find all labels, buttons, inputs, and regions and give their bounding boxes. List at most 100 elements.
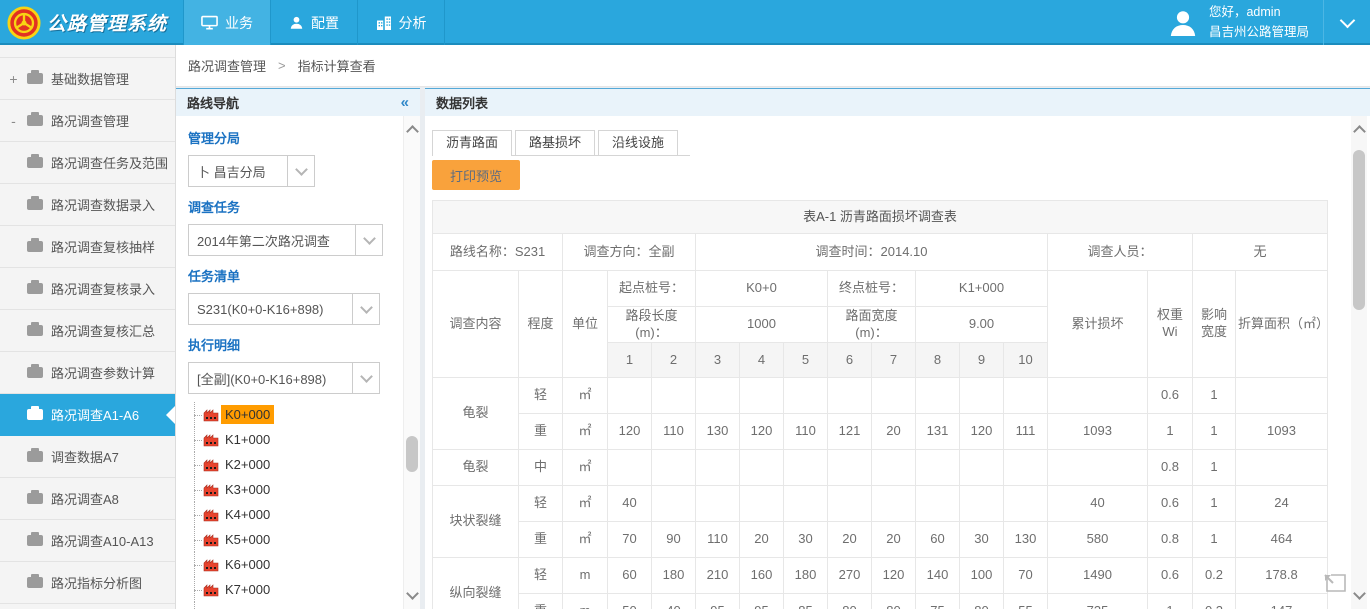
tree-item[interactable]: K1+000 bbox=[188, 427, 420, 452]
section-value-cell: 121 bbox=[828, 414, 872, 450]
nav-tab-config[interactable]: 配置 bbox=[270, 0, 357, 45]
section-value-cell bbox=[652, 486, 696, 522]
tab-roadbed-damage[interactable]: 路基损坏 bbox=[515, 130, 595, 155]
tab-asphalt-pavement[interactable]: 沥青路面 bbox=[432, 130, 512, 155]
detail-select[interactable]: [全副](K0+0-K16+898) bbox=[188, 362, 380, 394]
chevron-down-icon[interactable] bbox=[352, 294, 379, 324]
section-value-cell bbox=[1004, 486, 1048, 522]
section-number-cell: 10 bbox=[1004, 343, 1048, 378]
sidebar-item[interactable]: 路况调查复核汇总 bbox=[0, 310, 175, 352]
section-value-cell: 30 bbox=[960, 522, 1004, 558]
section-value-cell: 70 bbox=[608, 522, 652, 558]
sidebar-item[interactable]: -路况调查管理 bbox=[0, 100, 175, 142]
tree-item[interactable]: K8+000 bbox=[188, 602, 420, 609]
section-value-cell bbox=[872, 378, 916, 414]
section-value-cell bbox=[740, 378, 784, 414]
sidebar-item[interactable]: 路况指标分析图 bbox=[0, 562, 175, 604]
folder-icon bbox=[27, 535, 43, 546]
factory-icon bbox=[203, 583, 219, 597]
sidebar-item[interactable]: 路况调查A8 bbox=[0, 478, 175, 520]
popout-icon[interactable] bbox=[1323, 567, 1347, 593]
sidebar-item[interactable]: +基础数据管理 bbox=[0, 57, 175, 100]
section-number-cell: 7 bbox=[872, 343, 916, 378]
task-select[interactable]: 2014年第二次路况调查 bbox=[188, 224, 383, 256]
tree-item[interactable]: K0+000 bbox=[188, 402, 420, 427]
chevron-down-icon[interactable] bbox=[287, 156, 314, 186]
sidebar-item[interactable]: 调查数据A7 bbox=[0, 436, 175, 478]
sidebar-item[interactable]: 路况调查参数计算 bbox=[0, 352, 175, 394]
data-panel-scrollbar[interactable] bbox=[1351, 116, 1367, 609]
top-header: 公路管理系统 业务 配置 bbox=[0, 0, 1370, 45]
sidebar-item[interactable]: 路况调查A10-A13 bbox=[0, 520, 175, 562]
tree-item[interactable]: K3+000 bbox=[188, 477, 420, 502]
sidebar-item-label: 路况调查复核抽样 bbox=[51, 237, 155, 256]
section-value-cell: 120 bbox=[960, 414, 1004, 450]
tree-item[interactable]: K6+000 bbox=[188, 552, 420, 577]
section-value-cell: 110 bbox=[652, 414, 696, 450]
avatar-icon bbox=[1166, 6, 1200, 40]
tasklist-select[interactable]: S231(K0+0-K16+898) bbox=[188, 293, 380, 325]
degree-cell: 中 bbox=[519, 450, 563, 486]
impact-width-cell: 1 bbox=[1193, 378, 1236, 414]
user-text: 您好，admin 昌吉州公路管理局 bbox=[1209, 3, 1309, 42]
converted-area-cell: 464 bbox=[1236, 522, 1328, 558]
tree-item[interactable]: K2+000 bbox=[188, 452, 420, 477]
section-value-cell: 120 bbox=[872, 558, 916, 594]
branch-select[interactable]: 卜 昌吉分局 bbox=[188, 155, 315, 187]
damage-type-cell: 块状裂缝 bbox=[433, 486, 519, 558]
route-nav-scrollbar[interactable] bbox=[403, 116, 420, 609]
section-value-cell: 140 bbox=[916, 558, 960, 594]
section-value-cell bbox=[696, 378, 740, 414]
sidebar-item[interactable]: 路况调查复核抽样 bbox=[0, 226, 175, 268]
print-preview-button[interactable]: 打印预览 bbox=[432, 160, 520, 190]
scroll-up-icon[interactable] bbox=[1351, 122, 1367, 136]
scroll-down-icon[interactable] bbox=[404, 587, 420, 601]
scrollbar-thumb[interactable] bbox=[406, 436, 418, 472]
section-number-cell: 5 bbox=[784, 343, 828, 378]
section-value-cell: 160 bbox=[740, 558, 784, 594]
sidebar-item[interactable]: 路况调查数据录入 bbox=[0, 184, 175, 226]
expand-icon[interactable]: + bbox=[8, 71, 19, 87]
user-info[interactable]: 您好，admin 昌吉州公路管理局 bbox=[1166, 0, 1323, 45]
route-nav-title: 路线导航 bbox=[187, 93, 239, 112]
breadcrumb-item[interactable]: 路况调查管理 bbox=[188, 56, 266, 75]
collapse-panel-icon[interactable]: « bbox=[401, 95, 409, 110]
tree-item-label: K1+000 bbox=[221, 430, 274, 449]
section-value-cell: 20 bbox=[872, 414, 916, 450]
sidebar-item[interactable]: 路况调查A1-A6 bbox=[0, 394, 175, 436]
folder-icon bbox=[27, 115, 43, 126]
impact-width-cell: 1 bbox=[1193, 450, 1236, 486]
app-logo: 公路管理系统 bbox=[0, 0, 183, 45]
impact-width-header-cell: 影响宽度 bbox=[1193, 271, 1236, 378]
task-select-value: 2014年第二次路况调查 bbox=[189, 225, 355, 255]
degree-cell: 轻 bbox=[519, 378, 563, 414]
folder-icon bbox=[27, 577, 43, 588]
sidebar-item[interactable]: 路况调查任务及范围 bbox=[0, 142, 175, 184]
user-menu-toggle[interactable] bbox=[1323, 0, 1370, 45]
tasklist-select-value: S231(K0+0-K16+898) bbox=[189, 294, 352, 324]
sidebar-item[interactable] bbox=[0, 604, 175, 609]
scroll-down-icon[interactable] bbox=[1351, 587, 1367, 601]
section-value-cell: 270 bbox=[828, 558, 872, 594]
tree-item[interactable]: K4+000 bbox=[188, 502, 420, 527]
folder-icon bbox=[27, 367, 43, 378]
scrollbar-thumb[interactable] bbox=[1353, 150, 1365, 310]
tree-item[interactable]: K5+000 bbox=[188, 527, 420, 552]
tab-roadside-facilities[interactable]: 沿线设施 bbox=[598, 130, 678, 155]
section-value-cell: 90 bbox=[652, 522, 696, 558]
route-name-cell: 路线名称：S231 bbox=[433, 234, 563, 271]
sidebar-item-label: 路况调查复核汇总 bbox=[51, 321, 155, 340]
tree-item-label: K3+000 bbox=[221, 480, 274, 499]
chevron-down-icon[interactable] bbox=[355, 225, 382, 255]
sidebar-item[interactable]: 路况调查复核录入 bbox=[0, 268, 175, 310]
section-number-cell: 3 bbox=[696, 343, 740, 378]
nav-tab-business[interactable]: 业务 bbox=[183, 0, 270, 45]
collapse-icon[interactable]: - bbox=[8, 113, 19, 129]
nav-tab-analysis[interactable]: 分析 bbox=[357, 0, 445, 45]
table-data-row: 重㎡12011013012011012120131120111109311109… bbox=[433, 414, 1328, 450]
total-damage-cell: 580 bbox=[1048, 522, 1148, 558]
scroll-up-icon[interactable] bbox=[404, 122, 420, 136]
chevron-down-icon[interactable] bbox=[352, 363, 379, 393]
content-header-cell: 调查内容 bbox=[433, 271, 519, 378]
tree-item[interactable]: K7+000 bbox=[188, 577, 420, 602]
